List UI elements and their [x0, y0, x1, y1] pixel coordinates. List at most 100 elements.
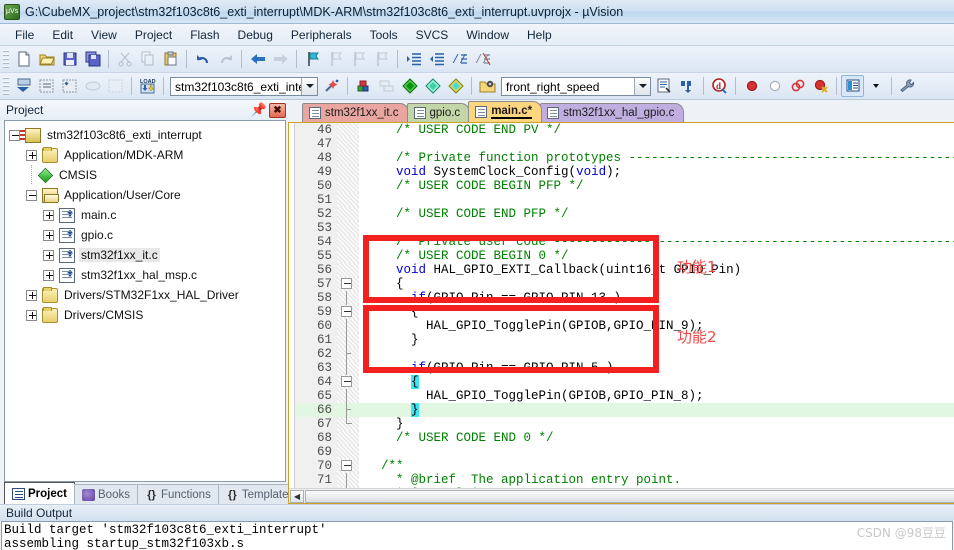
toolbar-grip-2[interactable]	[3, 76, 9, 96]
menu-item-file[interactable]: File	[6, 26, 43, 44]
code-line-67[interactable]: 67 }	[295, 417, 954, 431]
redo-button[interactable]	[214, 48, 237, 70]
menu-item-tools[interactable]: Tools	[361, 26, 407, 44]
editor-tab-stm32f1xx-hal-gpio-c[interactable]: stm32f1xx_hal_gpio.c	[540, 103, 685, 122]
navigate-forward-button[interactable]	[269, 48, 292, 70]
menu-item-svcs[interactable]: SVCS	[407, 26, 458, 44]
code-line-68[interactable]: 68 /* USER CODE END 0 */	[295, 431, 954, 445]
menu-item-edit[interactable]: Edit	[43, 26, 82, 44]
fold-margin[interactable]	[337, 347, 359, 361]
pin-icon[interactable]: 📌	[251, 102, 267, 118]
fold-margin[interactable]	[337, 123, 359, 137]
code-line-71[interactable]: 71 * @brief The application entry point.	[295, 473, 954, 487]
editor-tab-gpio-c[interactable]: gpio.c	[406, 103, 471, 122]
undo-button[interactable]	[191, 48, 214, 70]
menu-item-window[interactable]: Window	[457, 26, 518, 44]
find-in-files-button[interactable]	[676, 75, 699, 97]
editor-horizontal-scrollbar[interactable]: ◀ |||	[289, 488, 954, 503]
fold-margin[interactable]	[337, 165, 359, 179]
chevron-down-icon-2[interactable]	[634, 77, 650, 95]
fold-collapse-icon[interactable]	[341, 460, 352, 471]
save-button[interactable]	[58, 48, 81, 70]
comment-button[interactable]: //	[448, 48, 471, 70]
fold-margin[interactable]	[337, 179, 359, 193]
fold-collapse-icon[interactable]	[341, 306, 352, 317]
fold-margin[interactable]	[337, 487, 359, 488]
tree-item-stm32f1xx-it-c[interactable]: stm32f1xx_it.c	[7, 245, 285, 265]
bookmark-clear-button[interactable]	[370, 48, 393, 70]
fold-collapse-icon[interactable]	[341, 376, 352, 387]
code-line-52[interactable]: 52 /* USER CODE END PFP */	[295, 207, 954, 221]
fold-collapse-icon[interactable]	[341, 278, 352, 289]
tree-item-stm32f103c8t6-exti-interrupt[interactable]: stm32f103c8t6_exti_interrupt	[7, 125, 285, 145]
open-document-button[interactable]	[476, 75, 499, 97]
menu-item-view[interactable]: View	[82, 26, 126, 44]
target-options-button[interactable]	[320, 75, 343, 97]
tree-item-stm32f1xx-hal-msp-c[interactable]: stm32f1xx_hal_msp.c	[7, 265, 285, 285]
expand-icon[interactable]	[43, 249, 54, 261]
fold-margin[interactable]	[337, 291, 359, 305]
symbol-search-input[interactable]: front_right_speed	[501, 76, 651, 96]
fold-margin[interactable]	[337, 403, 359, 417]
window-layout-dropdown[interactable]	[864, 75, 887, 97]
editor-tab-stm32f1xx-it-c[interactable]: stm32f1xx_it.c	[302, 103, 409, 122]
code-line-58[interactable]: 58 if(GPIO_Pin == GPIO_PIN_13 )	[295, 291, 954, 305]
code-line-50[interactable]: 50 /* USER CODE BEGIN PFP */	[295, 179, 954, 193]
fold-margin[interactable]	[337, 319, 359, 333]
fold-margin[interactable]	[337, 151, 359, 165]
fold-margin[interactable]	[337, 305, 359, 319]
expand-icon[interactable]	[43, 269, 54, 281]
fold-margin[interactable]	[337, 263, 359, 277]
code-line-60[interactable]: 60 HAL_GPIO_TogglePin(GPIOB,GPIO_PIN_9);	[295, 319, 954, 333]
tree-item-drivers-cmsis[interactable]: Drivers/CMSIS	[7, 305, 285, 325]
fold-margin[interactable]	[337, 193, 359, 207]
fold-margin[interactable]	[337, 473, 359, 487]
fold-margin[interactable]	[337, 431, 359, 445]
scroll-thumb[interactable]	[305, 489, 954, 503]
menu-item-debug[interactable]: Debug	[229, 26, 282, 44]
browse-symbol-button[interactable]	[653, 75, 676, 97]
kill-all-breakpoints-button[interactable]	[809, 75, 832, 97]
bookmark-next-button[interactable]	[347, 48, 370, 70]
outdent-button[interactable]	[425, 48, 448, 70]
fold-margin[interactable]	[337, 389, 359, 403]
debug-session-button[interactable]: d	[708, 75, 731, 97]
fold-margin[interactable]	[337, 221, 359, 235]
tree-item-cmsis[interactable]: CMSIS	[7, 165, 285, 185]
expand-icon[interactable]	[26, 149, 37, 161]
fold-margin[interactable]	[337, 235, 359, 249]
navigate-back-button[interactable]	[246, 48, 269, 70]
multi-project-button[interactable]	[375, 75, 398, 97]
code-line-57[interactable]: 57 {	[295, 277, 954, 291]
expand-icon[interactable]	[43, 229, 54, 241]
code-line-56[interactable]: 56 void HAL_GPIO_EXTI_Callback(uint16_t …	[295, 263, 954, 277]
code-line-65[interactable]: 65 HAL_GPIO_TogglePin(GPIOB,GPIO_PIN_8);	[295, 389, 954, 403]
fold-margin[interactable]	[337, 459, 359, 473]
code-line-62[interactable]: 62	[295, 347, 954, 361]
pane-tab-project[interactable]: Project	[4, 482, 75, 504]
menu-item-help[interactable]: Help	[518, 26, 561, 44]
code-line-69[interactable]: 69	[295, 445, 954, 459]
code-line-46[interactable]: 46 /* USER CODE END PV */	[295, 123, 954, 137]
indent-button[interactable]	[402, 48, 425, 70]
copy-button[interactable]	[136, 48, 159, 70]
project-tree[interactable]: stm32f103c8t6_exti_interrupt Application/…	[4, 120, 286, 482]
menu-item-peripherals[interactable]: Peripherals	[282, 26, 361, 44]
code-line-70[interactable]: 70 /**	[295, 459, 954, 473]
insert-breakpoint-button[interactable]	[740, 75, 763, 97]
code-line-55[interactable]: 55 /* USER CODE BEGIN 0 */	[295, 249, 954, 263]
bookmark-toggle-button[interactable]	[301, 48, 324, 70]
select-software-packs-button[interactable]	[444, 75, 467, 97]
bookmark-prev-button[interactable]	[324, 48, 347, 70]
clean-targets-button[interactable]	[104, 75, 127, 97]
code-line-64[interactable]: 64 {	[295, 375, 954, 389]
uncomment-button[interactable]: //	[471, 48, 494, 70]
build-output-panel[interactable]: Build target 'stm32f103c8t6_exti_interru…	[1, 521, 953, 550]
fold-margin[interactable]	[337, 445, 359, 459]
stop-build-button[interactable]	[81, 75, 104, 97]
code-line-51[interactable]: 51	[295, 193, 954, 207]
code-line-61[interactable]: 61 }	[295, 333, 954, 347]
fold-margin[interactable]	[337, 333, 359, 347]
editor-body[interactable]: 46 /* USER CODE END PV */47 48 /* Private…	[289, 123, 954, 488]
code-line-54[interactable]: 54 /* Private user code ----------------…	[295, 235, 954, 249]
